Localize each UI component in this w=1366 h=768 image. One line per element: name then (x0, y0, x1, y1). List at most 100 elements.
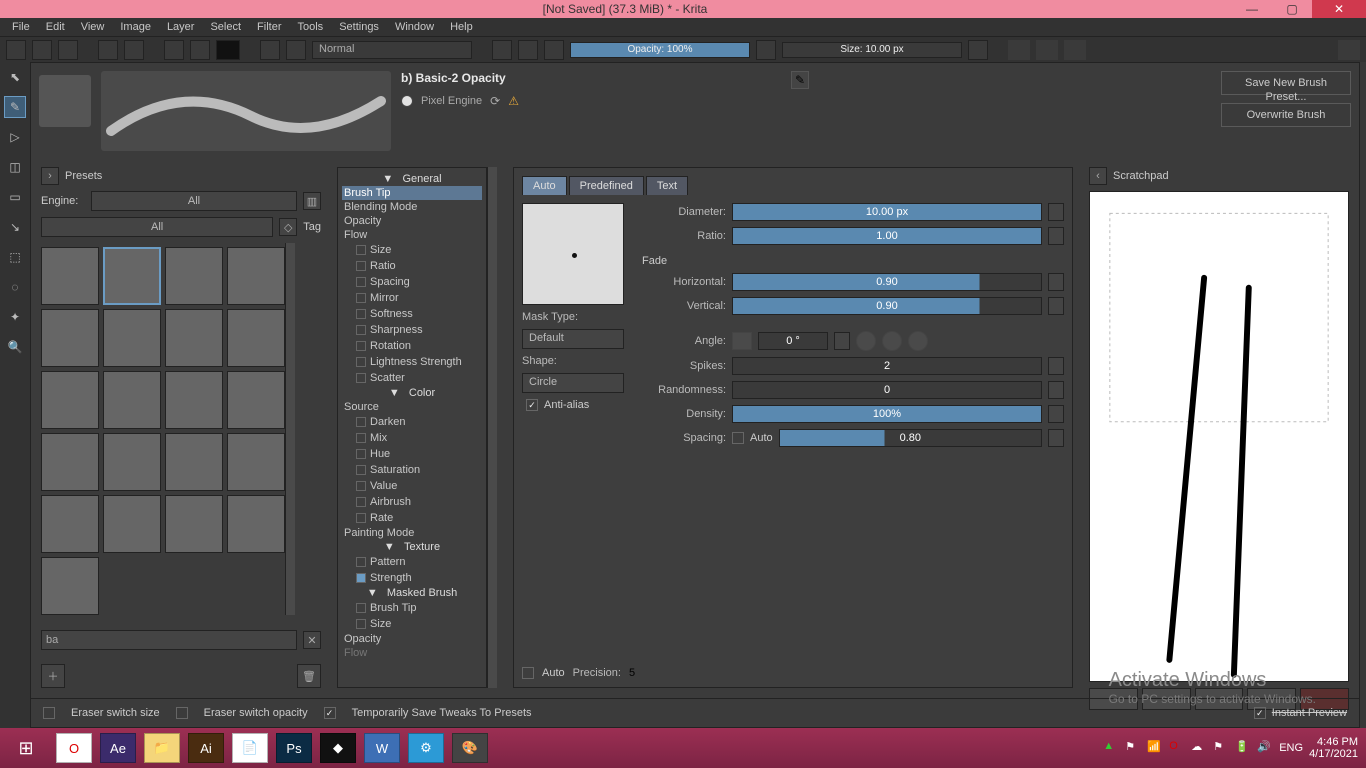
brush-settings-button[interactable] (286, 40, 306, 60)
angle-lock-icon[interactable] (732, 332, 752, 350)
tray-onedrive-icon[interactable]: ☁ (1191, 740, 1207, 756)
tree-opacity2[interactable]: Opacity (342, 632, 482, 646)
redo-button[interactable] (124, 40, 144, 60)
eraser-toggle[interactable] (492, 40, 512, 60)
pattern-swatch[interactable] (190, 40, 210, 60)
tree-lightness[interactable]: Lightness Strength (342, 354, 482, 370)
taskbar-app[interactable]: ◆ (320, 733, 356, 763)
tray-flag-icon[interactable]: ⚑ (1125, 740, 1141, 756)
tree-spacing[interactable]: Spacing (342, 274, 482, 290)
tree-rotation[interactable]: Rotation (342, 338, 482, 354)
taskbar-app[interactable]: 📁 (144, 733, 180, 763)
undo-button[interactable] (98, 40, 118, 60)
taskbar-app[interactable]: W (364, 733, 400, 763)
maximize-button[interactable]: ▢ (1272, 0, 1312, 18)
taskbar-app[interactable]: O (56, 733, 92, 763)
antialias-check[interactable] (526, 399, 538, 411)
tree-flow2[interactable]: Flow (342, 646, 482, 660)
ratio-slider[interactable]: 1.00 (732, 227, 1042, 245)
taskbar-app[interactable]: 📄 (232, 733, 268, 763)
tray-opera-icon[interactable]: O (1169, 740, 1185, 756)
polyline-tool[interactable]: ↘ (4, 216, 26, 238)
menu-help[interactable]: Help (442, 21, 481, 33)
spikes-slider[interactable]: 2 (732, 357, 1042, 375)
rect-tool[interactable]: ▭ (4, 186, 26, 208)
presets-collapse-icon[interactable]: › (41, 167, 59, 185)
brush-preset-button[interactable] (260, 40, 280, 60)
shape-combo[interactable]: Circle (522, 373, 624, 393)
spacing-slider[interactable]: 0.80 (779, 429, 1042, 447)
mirror-h-icon[interactable] (1008, 40, 1030, 60)
tree-ratio[interactable]: Ratio (342, 258, 482, 274)
start-button[interactable]: ⊞ (0, 728, 52, 768)
vert-slider[interactable]: 0.90 (732, 297, 1042, 315)
engine-filter-combo[interactable]: All (91, 191, 297, 211)
menu-settings[interactable]: Settings (331, 21, 387, 33)
rename-brush-button[interactable]: ✎ (791, 71, 809, 89)
horiz-slider[interactable]: 0.90 (732, 273, 1042, 291)
masktype-combo[interactable]: Default (522, 329, 624, 349)
menu-tools[interactable]: Tools (290, 21, 332, 33)
eraser-size-check[interactable] (43, 707, 55, 719)
blend-mode-combo[interactable]: Normal (312, 41, 472, 59)
preset-thumb[interactable] (103, 433, 161, 491)
preset-thumb[interactable] (165, 247, 223, 305)
size-slider[interactable]: Size: 10.00 px (782, 42, 962, 58)
tray-clock[interactable]: 4:46 PM 4/17/2021 (1309, 736, 1358, 760)
fg-bg-swatch[interactable] (216, 40, 240, 60)
taskbar-app[interactable]: Ae (100, 733, 136, 763)
save-new-preset-button[interactable]: Save New Brush Preset... (1221, 71, 1351, 95)
tree-opacity[interactable]: Opacity (342, 214, 482, 228)
tree-airbrush[interactable]: Airbrush (342, 494, 482, 510)
scratchpad-back-icon[interactable]: ‹ (1089, 167, 1107, 185)
random-spin[interactable] (1048, 381, 1064, 399)
clear-search-icon[interactable]: ✕ (303, 631, 321, 649)
taskbar-app[interactable]: Ai (188, 733, 224, 763)
open-doc-button[interactable] (32, 40, 52, 60)
spacing-spin[interactable] (1048, 429, 1064, 447)
preset-thumb[interactable] (103, 371, 161, 429)
menu-edit[interactable]: Edit (38, 21, 73, 33)
brush-icon-thumb[interactable] (39, 75, 91, 127)
gradient-swatch[interactable] (164, 40, 184, 60)
select-rect-tool[interactable]: ⬚ (4, 246, 26, 268)
spacing-auto-check[interactable] (732, 432, 744, 444)
angle-spin[interactable] (834, 332, 850, 350)
overwrite-brush-button[interactable]: Overwrite Brush (1221, 103, 1351, 127)
delete-preset-button[interactable]: 🗑 (297, 664, 321, 688)
preset-thumb[interactable] (165, 371, 223, 429)
tag-icon[interactable]: ◇ (279, 218, 297, 236)
preset-thumb[interactable] (41, 495, 99, 553)
menu-image[interactable]: Image (112, 21, 159, 33)
reload-preset-button[interactable] (544, 40, 564, 60)
tree-scatter[interactable]: Scatter (342, 370, 482, 386)
eraser-opacity-check[interactable] (176, 707, 188, 719)
density-spin[interactable] (1048, 405, 1064, 423)
tray-network-icon[interactable]: 📶 (1147, 740, 1163, 756)
alpha-lock-toggle[interactable] (518, 40, 538, 60)
line-tool[interactable]: ▷ (4, 126, 26, 148)
engine-filter-icon[interactable]: ▥ (303, 192, 321, 210)
tree-hue[interactable]: Hue (342, 446, 482, 462)
instant-preview-check[interactable] (1254, 707, 1266, 719)
preset-thumb[interactable] (41, 557, 99, 615)
preset-thumb[interactable] (165, 495, 223, 553)
tree-darken[interactable]: Darken (342, 414, 482, 430)
preset-thumb[interactable] (41, 371, 99, 429)
taskbar-app[interactable]: ⚙ (408, 733, 444, 763)
menu-select[interactable]: Select (202, 21, 249, 33)
preset-scrollbar[interactable] (285, 243, 295, 615)
preset-thumb[interactable] (227, 433, 285, 491)
tree-scrollbar[interactable] (487, 167, 497, 688)
preset-thumb[interactable] (41, 309, 99, 367)
tree-mirror[interactable]: Mirror (342, 290, 482, 306)
tree-value[interactable]: Value (342, 478, 482, 494)
menu-layer[interactable]: Layer (159, 21, 203, 33)
vert-spin[interactable] (1048, 297, 1064, 315)
angle-dial-3-icon[interactable] (908, 331, 928, 351)
tree-source[interactable]: Source (342, 400, 482, 414)
tree-strength[interactable]: Strength (342, 570, 482, 586)
reload-icon[interactable]: ⟳ (490, 95, 500, 107)
taskbar-app[interactable]: Ps (276, 733, 312, 763)
preset-thumb[interactable] (227, 309, 285, 367)
